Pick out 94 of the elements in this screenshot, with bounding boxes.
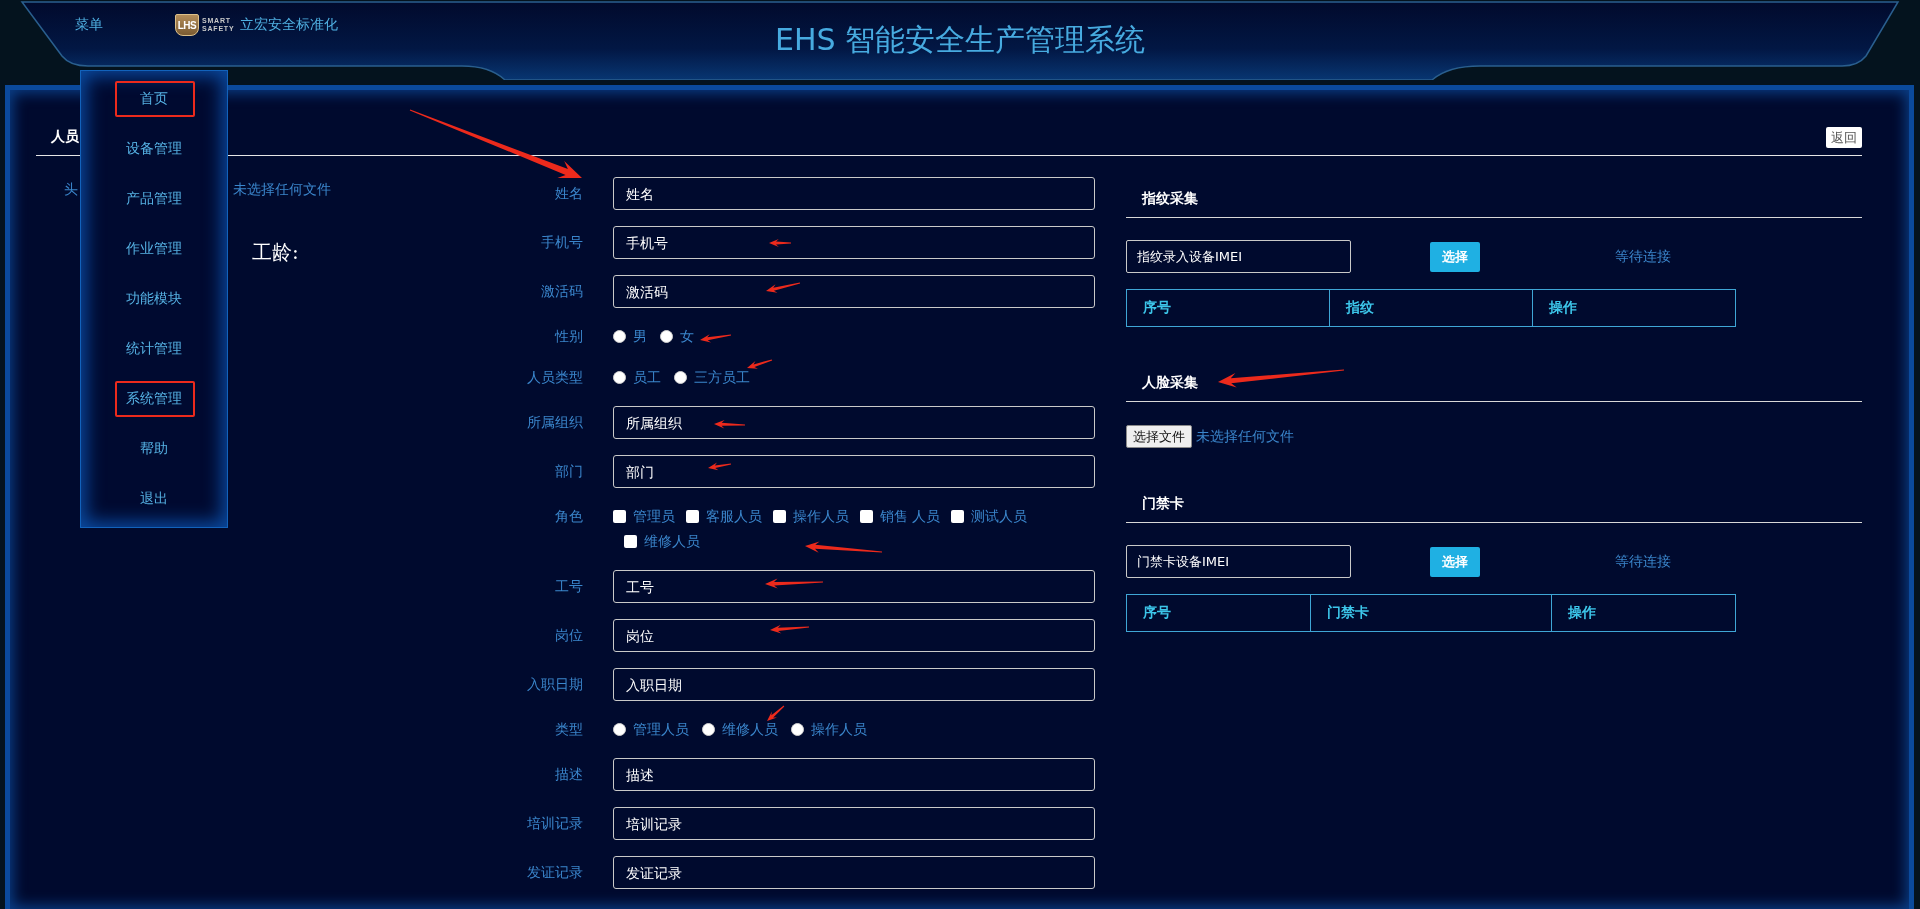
checkbox[interactable]: [686, 510, 699, 523]
logo-mark: LHS: [175, 14, 199, 36]
checkbox-label[interactable]: 管理员: [633, 507, 675, 526]
checkbox-label[interactable]: 销售 人员: [880, 507, 941, 526]
annotation-arrow: [700, 334, 732, 343]
radio-label[interactable]: 管理人员: [633, 720, 689, 739]
annotation-arrow: [770, 624, 809, 634]
menu-item[interactable]: 设备管理: [81, 124, 227, 174]
input-field[interactable]: 指纹录入设备IMEI: [1126, 240, 1351, 273]
radio-button[interactable]: [702, 723, 715, 736]
annotation-arrow: [747, 359, 773, 369]
checkbox-label[interactable]: 操作人员: [793, 507, 849, 526]
field-label: 激活码: [540, 282, 583, 301]
input-field[interactable]: 岗位: [613, 619, 1095, 652]
radio-button[interactable]: [613, 371, 626, 384]
menu-button[interactable]: 菜单: [75, 16, 103, 34]
annotation-arrow: [766, 282, 801, 293]
menu-item[interactable]: 首页: [81, 74, 227, 124]
checkbox-label[interactable]: 客服人员: [706, 507, 762, 526]
menu-item[interactable]: 统计管理: [81, 324, 227, 374]
input-field[interactable]: 姓名: [613, 177, 1095, 210]
field-label: 人员类型: [526, 368, 583, 387]
file-status: 未选择任何文件: [1196, 427, 1294, 446]
radio-button[interactable]: [791, 723, 804, 736]
checkbox[interactable]: [860, 510, 873, 523]
seniority-label: 工龄:: [252, 241, 299, 263]
field-label: 部门: [554, 462, 583, 481]
field-label: 姓名: [554, 184, 583, 203]
field-label: 入职日期: [526, 675, 583, 694]
menu-item[interactable]: 产品管理: [81, 174, 227, 224]
brand-name: 立宏安全标准化: [240, 16, 339, 34]
menu-item[interactable]: 退出: [81, 474, 227, 524]
field-label: 岗位: [554, 626, 583, 645]
input-field[interactable]: 入职日期: [613, 668, 1095, 701]
page-title: 人员: [51, 128, 79, 146]
input-field[interactable]: 所属组织: [613, 406, 1095, 439]
radio-label[interactable]: 操作人员: [811, 720, 867, 739]
checkbox[interactable]: [951, 510, 965, 523]
radio-button[interactable]: [613, 330, 626, 343]
checkbox[interactable]: [624, 535, 637, 548]
field-label: 性别: [553, 327, 583, 346]
section-heading: 门禁卡: [1142, 495, 1184, 511]
annotation-arrow: [765, 578, 823, 589]
input-field[interactable]: 激活码: [613, 275, 1095, 308]
back-button[interactable]: 返回: [1826, 126, 1862, 148]
field-label: 角色: [554, 507, 583, 526]
section-heading: 指纹采集: [1142, 190, 1198, 206]
section-heading: 人脸采集: [1142, 374, 1198, 390]
file-status: 未选择任何文件: [233, 181, 331, 199]
checkbox-label[interactable]: 维修人员: [644, 532, 700, 551]
radio-label[interactable]: 员工: [633, 368, 661, 387]
menu-item[interactable]: 功能模块: [81, 274, 227, 324]
field-label: 类型: [554, 720, 583, 739]
field-label: 培训记录: [526, 814, 583, 833]
menu-item[interactable]: 系统管理: [81, 374, 227, 424]
checkbox-label[interactable]: 测试人员: [971, 507, 1028, 526]
choose-file-button[interactable]: 选择文件: [1126, 425, 1192, 448]
checkbox[interactable]: [773, 510, 786, 523]
radio-button[interactable]: [613, 723, 626, 736]
menu-item[interactable]: 作业管理: [81, 224, 227, 274]
field-label: 头: [64, 181, 78, 199]
menu-item[interactable]: 帮助: [81, 424, 227, 474]
column-header: 操作: [1551, 594, 1736, 632]
input-field[interactable]: 工号: [613, 570, 1095, 603]
input-field[interactable]: 发证记录: [613, 856, 1095, 889]
column-header: 序号: [1126, 289, 1330, 327]
radio-label[interactable]: 维修人员: [722, 720, 778, 739]
connection-status: 等待连接: [1615, 247, 1671, 266]
field-label: 发证记录: [526, 863, 583, 882]
field-label: 描述: [554, 765, 583, 784]
annotation-arrow: [767, 705, 785, 721]
annotation-arrow: [708, 462, 732, 471]
connection-status: 等待连接: [1615, 552, 1671, 571]
field-label: 工号: [554, 577, 583, 596]
input-field[interactable]: 描述: [613, 758, 1095, 791]
radio-label[interactable]: 男: [633, 327, 647, 346]
input-field[interactable]: 手机号: [613, 226, 1095, 259]
input-field[interactable]: 培训记录: [613, 807, 1095, 840]
radio-button[interactable]: [674, 371, 687, 384]
radio-label[interactable]: 女: [680, 327, 694, 346]
app-title: EHS 智能安全生产管理系统: [774, 21, 1146, 59]
annotation-arrow: [714, 420, 745, 429]
column-header: 门禁卡: [1310, 594, 1552, 632]
input-field[interactable]: 部门: [613, 455, 1095, 488]
checkbox[interactable]: [613, 510, 626, 523]
input-field[interactable]: 门禁卡设备IMEI: [1126, 545, 1351, 578]
column-header: 指纹: [1329, 289, 1533, 327]
radio-button[interactable]: [660, 330, 673, 343]
radio-label[interactable]: 三方员工: [694, 368, 750, 387]
annotation-arrow: [769, 239, 791, 247]
column-header: 序号: [1126, 594, 1311, 632]
field-label: 所属组织: [526, 413, 583, 432]
field-label: 手机号: [540, 233, 583, 252]
column-header: 操作: [1532, 289, 1736, 327]
